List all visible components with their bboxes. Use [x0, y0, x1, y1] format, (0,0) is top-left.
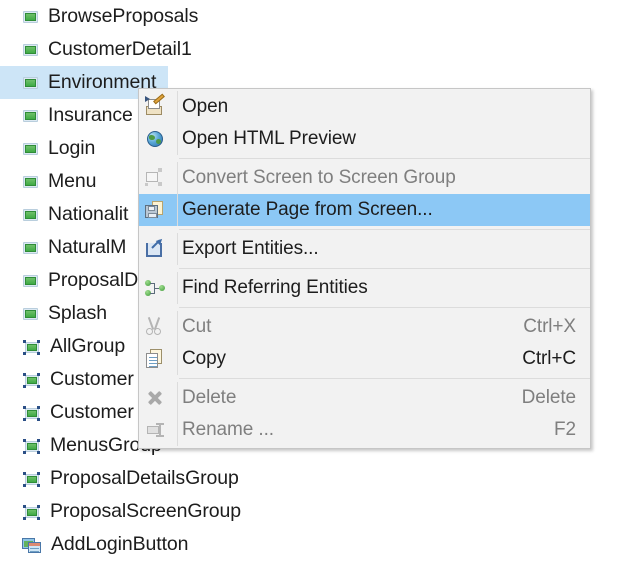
screen-group-icon — [22, 371, 41, 388]
menu-gutter-divider — [177, 382, 178, 414]
rename-icon — [144, 419, 174, 441]
menu-item-label: Open — [182, 96, 229, 117]
menu-separator — [179, 229, 590, 230]
cut-icon — [144, 316, 174, 338]
screen-icon — [22, 239, 39, 256]
tree-item-label: Menu — [48, 170, 97, 192]
menu-item[interactable]: Open — [139, 91, 590, 123]
screenshot-root: BrowseProposals CustomerDetail1 Environmen… — [0, 0, 642, 566]
tree-item-label: CustomerDetail1 — [48, 38, 192, 60]
tree-item-label: Insurance — [48, 104, 133, 126]
screen-icon — [22, 107, 39, 124]
tree-item[interactable]: ProposalDetailsGroup — [0, 462, 642, 495]
tree-item-label: AllGroup — [50, 335, 126, 357]
generate-page-icon — [144, 199, 174, 221]
menu-gutter-divider — [177, 343, 178, 375]
export-icon — [144, 238, 174, 260]
menu-item-label: Open HTML Preview — [182, 128, 356, 149]
menu-item-label: Export Entities... — [182, 238, 319, 259]
open-editor-icon — [144, 93, 174, 118]
screen-icon — [22, 206, 39, 223]
tree-item-label: ProposalD — [48, 269, 139, 291]
menu-gutter-divider — [177, 414, 178, 446]
screen-icon — [22, 74, 39, 91]
menu-gutter-divider — [177, 272, 178, 304]
tree-item-label: BrowseProposals — [48, 5, 199, 27]
menu-item-shortcut: Ctrl+C — [522, 348, 576, 369]
menu-gutter-divider — [177, 194, 178, 226]
menu-gutter-divider — [177, 233, 178, 265]
menu-item-shortcut: F2 — [554, 419, 576, 440]
menu-item-label: Cut — [182, 316, 212, 337]
screen-icon — [22, 305, 39, 322]
screen-group-icon — [22, 437, 41, 454]
menu-item-label: Convert Screen to Screen Group — [182, 167, 456, 188]
copy-icon — [144, 348, 174, 370]
screen-group-icon — [22, 404, 41, 421]
globe-icon — [144, 128, 174, 150]
screen-group-icon — [22, 470, 41, 487]
screen-icon — [22, 272, 39, 289]
menu-item[interactable]: Export Entities... — [139, 233, 590, 265]
window-pair-icon — [22, 536, 42, 553]
menu-gutter-divider — [177, 162, 178, 194]
screen-icon — [22, 8, 39, 25]
menu-item-label: Rename ... — [182, 419, 274, 440]
tree-item-label: NaturalM — [48, 236, 127, 258]
screen-group-icon — [22, 338, 41, 355]
menu-item-label: Generate Page from Screen... — [182, 199, 433, 220]
menu-gutter-divider — [177, 123, 178, 155]
tree-item[interactable]: AddLoginButton — [0, 528, 642, 561]
tree-item[interactable]: BrowseProposals — [0, 0, 642, 33]
tree-item-label: Nationalit — [48, 203, 129, 225]
menu-item[interactable]: Generate Page from Screen... — [139, 194, 590, 226]
find-referring-icon — [144, 277, 174, 299]
screen-icon — [22, 41, 39, 58]
tree-item-label: ProposalScreenGroup — [50, 500, 242, 522]
menu-item: Delete Delete — [139, 382, 590, 414]
menu-item-shortcut: Ctrl+X — [523, 316, 576, 337]
tree-item-label: AddLoginButton — [51, 533, 189, 555]
context-menu[interactable]: Open Open HTML Preview Convert Screen to S… — [138, 88, 591, 449]
tree-item-label: Splash — [48, 302, 108, 324]
tree-item-label: ProposalDetailsGroup — [50, 467, 239, 489]
menu-item[interactable]: Open HTML Preview — [139, 123, 590, 155]
menu-item-shortcut: Delete — [521, 387, 576, 408]
menu-item: Cut Ctrl+X — [139, 311, 590, 343]
menu-separator — [179, 268, 590, 269]
screen-icon — [22, 173, 39, 190]
tree-item-label: Login — [48, 137, 96, 159]
menu-item: Rename ... F2 — [139, 414, 590, 446]
menu-separator — [179, 307, 590, 308]
menu-item-label: Find Referring Entities — [182, 277, 368, 298]
tree-item-label: Customer — [50, 368, 134, 390]
menu-separator — [179, 378, 590, 379]
tree-item[interactable]: CustomerDetail1 — [0, 33, 642, 66]
menu-gutter-divider — [177, 311, 178, 343]
tree-item-label: Customer — [50, 401, 134, 423]
menu-gutter-divider — [177, 91, 178, 123]
menu-item[interactable]: Find Referring Entities — [139, 272, 590, 304]
convert-screen-icon — [144, 167, 174, 189]
screen-icon — [22, 140, 39, 157]
menu-item-label: Delete — [182, 387, 237, 408]
menu-separator — [179, 158, 590, 159]
screen-group-icon — [22, 503, 41, 520]
menu-item: Convert Screen to Screen Group — [139, 162, 590, 194]
tree-item[interactable]: ProposalScreenGroup — [0, 495, 642, 528]
menu-item[interactable]: Copy Ctrl+C — [139, 343, 590, 375]
delete-icon — [144, 387, 174, 409]
menu-item-label: Copy — [182, 348, 226, 369]
